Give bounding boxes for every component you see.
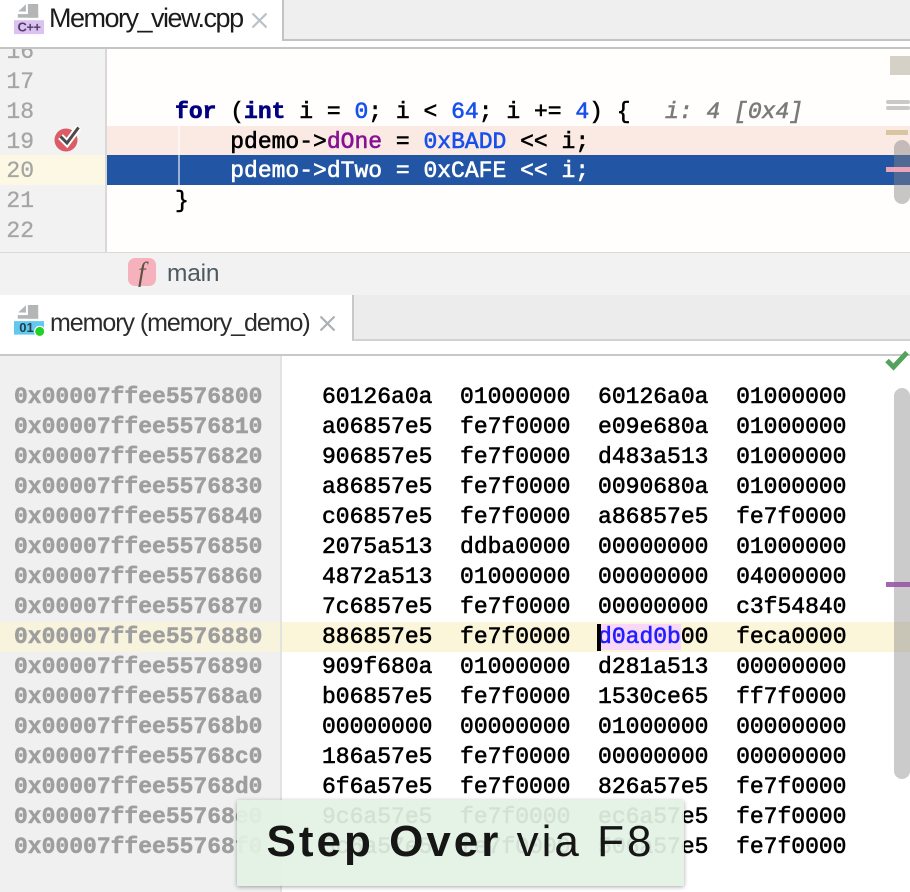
- svg-text:C++: C++: [17, 19, 41, 34]
- svg-text:01: 01: [19, 320, 33, 335]
